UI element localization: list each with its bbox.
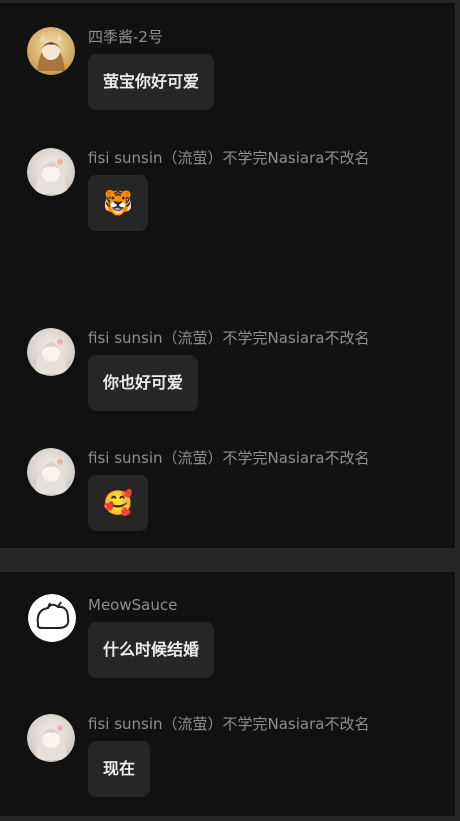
white-hair-anime-avatar-icon — [27, 328, 75, 376]
user-avatar[interactable] — [27, 714, 75, 762]
white-hair-anime-avatar-icon — [27, 448, 75, 496]
chat-panel-top: 四季酱-2号 萤宝你好可爱 fisi sunsin（流萤）不学完Nasiara不… — [0, 3, 456, 548]
cat-outline-avatar-icon — [28, 594, 76, 642]
user-avatar[interactable] — [27, 448, 75, 496]
message-bubble[interactable]: 萤宝你好可爱 — [88, 54, 215, 110]
sender-name[interactable]: fisi sunsin（流萤）不学完Nasiara不改名 — [88, 448, 369, 468]
message-bubble-emoji[interactable]: 🐯 — [88, 175, 148, 231]
chat-panel-bottom: MeowSauce 什么时候结婚 fisi sunsin（流萤）不学完Nasia… — [0, 572, 456, 816]
sender-name[interactable]: MeowSauce — [88, 595, 177, 615]
message-bubble[interactable]: 现在 — [88, 741, 151, 797]
white-hair-anime-avatar-icon — [27, 148, 75, 196]
sender-name[interactable]: 四季酱-2号 — [88, 27, 163, 47]
white-hair-anime-avatar-icon — [27, 714, 75, 762]
message-bubble[interactable]: 什么时候结婚 — [88, 622, 215, 678]
user-avatar[interactable] — [27, 328, 75, 376]
sender-name[interactable]: fisi sunsin（流萤）不学完Nasiara不改名 — [88, 328, 369, 348]
sender-name[interactable]: fisi sunsin（流萤）不学完Nasiara不改名 — [88, 714, 369, 734]
user-avatar[interactable] — [28, 594, 76, 642]
girl-anime-avatar-icon — [27, 27, 75, 75]
message-bubble[interactable]: 你也好可爱 — [88, 355, 199, 411]
message-bubble-emoji[interactable]: 🥰 — [88, 475, 148, 531]
user-avatar[interactable] — [27, 148, 75, 196]
sender-name[interactable]: fisi sunsin（流萤）不学完Nasiara不改名 — [88, 148, 369, 168]
user-avatar[interactable] — [27, 27, 75, 75]
